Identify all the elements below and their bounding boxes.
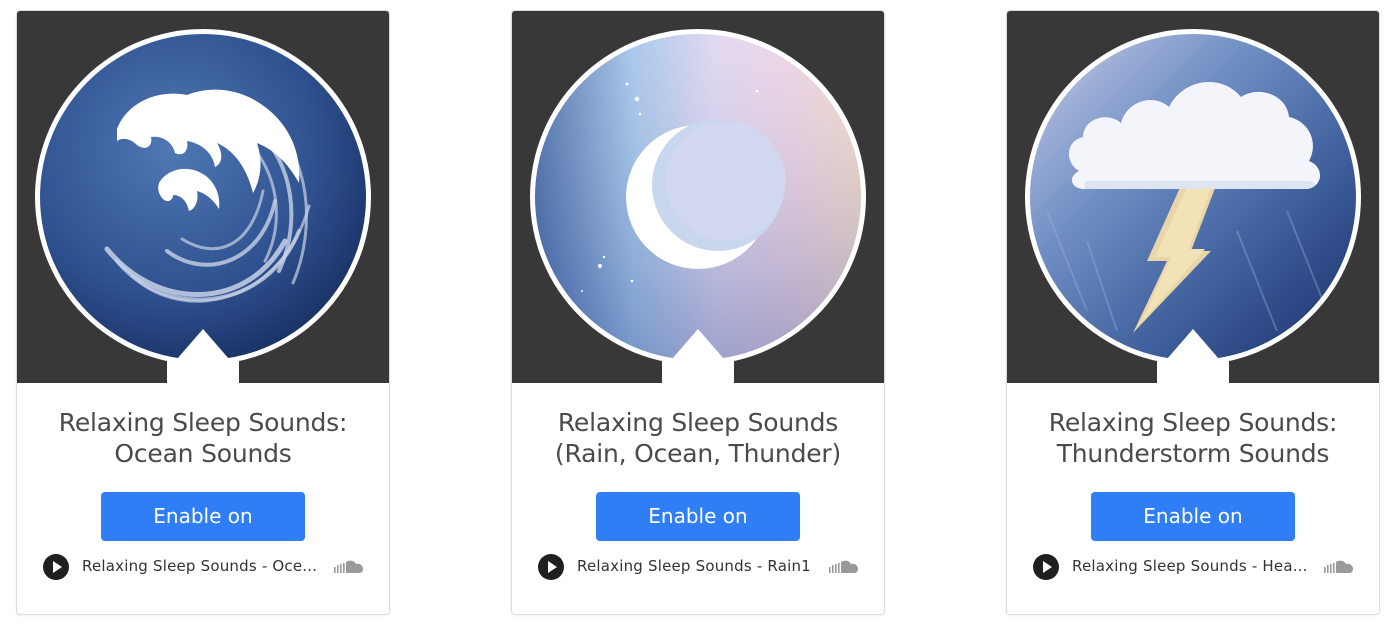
skill-title: Relaxing Sleep Sounds (Rain, Ocean, Thun…	[522, 407, 874, 469]
skill-title: Relaxing Sleep Sounds: Thunderstorm Soun…	[1017, 407, 1369, 469]
soundcloud-icon[interactable]	[334, 560, 364, 574]
skill-title-line2: (Rain, Ocean, Thunder)	[554, 439, 842, 468]
soundcloud-icon[interactable]	[1324, 560, 1354, 574]
track-title[interactable]: Relaxing Sleep Sounds - Oce...	[82, 557, 322, 575]
skill-card-thunderstorm: Relaxing Sleep Sounds: Thunderstorm Soun…	[1006, 10, 1380, 615]
enable-on-amazon-button[interactable]: Enable on Amazon	[1091, 492, 1295, 577]
track-title[interactable]: Relaxing Sleep Sounds - Rain1	[577, 557, 817, 575]
skill-title-line1: Relaxing Sleep Sounds:	[1048, 408, 1338, 437]
skill-title-line1: Relaxing Sleep Sounds	[557, 408, 839, 437]
skill-card-rain-ocean-thunder: Relaxing Sleep Sounds (Rain, Ocean, Thun…	[511, 10, 885, 615]
thundercloud-icon	[1025, 29, 1361, 383]
play-icon[interactable]	[1033, 554, 1059, 580]
soundcloud-player: Relaxing Sleep Sounds - Hea...	[1033, 554, 1358, 580]
skill-title-line2: Ocean Sounds	[114, 439, 292, 468]
enable-on-amazon-button[interactable]: Enable on Amazon	[596, 492, 800, 577]
skill-card-ocean: Relaxing Sleep Sounds: Ocean Sounds Enab…	[16, 10, 390, 615]
skill-title: Relaxing Sleep Sounds: Ocean Sounds	[27, 407, 379, 469]
crescent-moon-icon	[530, 29, 866, 383]
skill-artwork	[512, 11, 884, 383]
play-icon[interactable]	[43, 554, 69, 580]
skill-title-line1: Relaxing Sleep Sounds:	[58, 408, 348, 437]
soundcloud-player: Relaxing Sleep Sounds - Rain1	[538, 554, 863, 580]
ocean-wave-icon	[35, 29, 371, 383]
soundcloud-icon[interactable]	[829, 560, 859, 574]
play-icon[interactable]	[538, 554, 564, 580]
track-title[interactable]: Relaxing Sleep Sounds - Hea...	[1072, 557, 1312, 575]
soundcloud-player: Relaxing Sleep Sounds - Oce...	[43, 554, 368, 580]
skill-artwork	[1007, 11, 1379, 383]
enable-on-amazon-button[interactable]: Enable on Amazon	[101, 492, 305, 577]
skill-title-line2: Thunderstorm Sounds	[1056, 439, 1330, 468]
skill-artwork	[17, 11, 389, 383]
